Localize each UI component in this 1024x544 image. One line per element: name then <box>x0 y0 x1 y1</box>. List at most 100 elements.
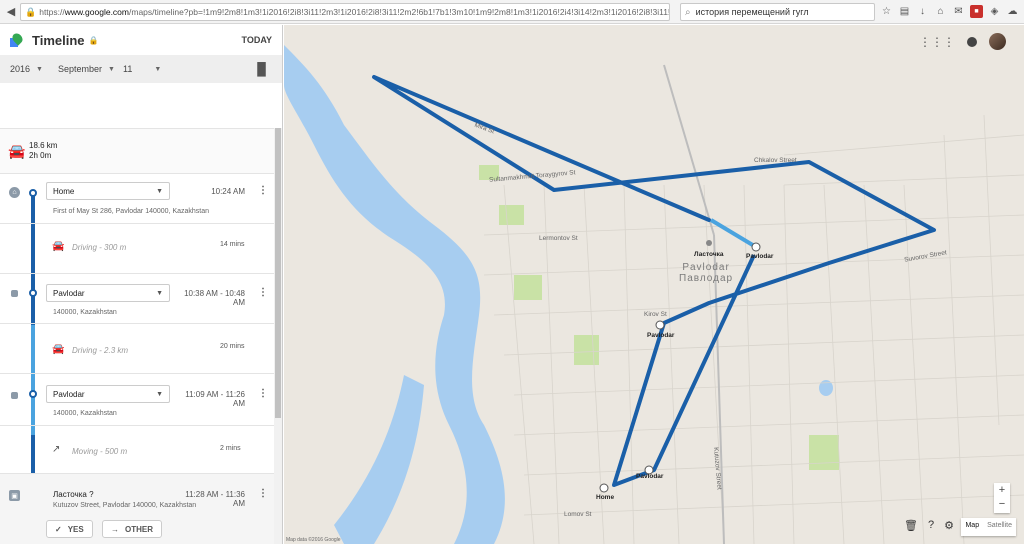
more-options-icon[interactable]: ⋮ <box>258 185 268 196</box>
place-icon <box>11 290 18 297</box>
place-name: Pavlodar <box>53 389 85 399</box>
back-icon[interactable]: ◀ <box>4 5 18 19</box>
map-type-toggle: Map Satellite <box>961 518 1016 536</box>
place-select[interactable]: Pavlodar ▼ <box>46 284 170 302</box>
check-icon: ✓ <box>55 524 62 534</box>
shield-icon[interactable]: ◈ <box>988 5 1001 18</box>
day-summary: 🚘 18.6 km 2h 0m <box>0 128 282 173</box>
map-attribution: Map data ©2016 Google <box>286 537 341 543</box>
maps-logo-icon <box>10 31 25 47</box>
avatar[interactable] <box>989 33 1006 50</box>
today-button[interactable]: TODAY <box>241 35 272 45</box>
place-name: Home <box>53 186 75 196</box>
bar-chart-icon[interactable]: ▐▌ <box>253 62 270 76</box>
street-label: Lomov St <box>564 511 592 518</box>
visit-time: 10:38 AM - 10:48 AM <box>184 289 245 307</box>
activity-entry: 🚘 Driving - 300 m 14 mins <box>0 223 275 273</box>
map-type-satellite[interactable]: Satellite <box>983 518 1016 536</box>
private-lock-icon: 🔒 <box>88 35 99 45</box>
browser-toolbar: ◀ 🔒 https://www.google.com/maps/timeline… <box>0 0 1024 24</box>
visit-time: 10:24 AM <box>211 187 245 196</box>
place-entry: Pavlodar ▼ 11:09 AM - 11:26 AM ⋮ 140000, … <box>0 373 275 425</box>
activity-entry: 🚘 Driving - 2.3 km 20 mins <box>0 323 275 373</box>
search-text: история перемещений гугл <box>695 7 809 17</box>
map-canvas <box>284 45 1024 544</box>
day-value: 11 <box>123 64 133 74</box>
more-options-icon[interactable]: ⋮ <box>258 287 268 298</box>
trash-icon[interactable]: 🗑 <box>904 519 918 532</box>
scrollbar[interactable] <box>274 128 282 544</box>
map-type-map[interactable]: Map <box>961 518 983 536</box>
summary-distance: 18.6 km <box>29 141 58 150</box>
home-icon[interactable]: ⌂ <box>934 5 947 18</box>
year-select[interactable]: 2016 ▼ <box>10 64 58 74</box>
help-icon[interactable]: ? <box>928 519 934 532</box>
park <box>514 275 542 300</box>
clipboard-icon[interactable]: ▤ <box>898 5 911 18</box>
scrollbar-thumb[interactable] <box>275 128 281 418</box>
river-channel <box>334 375 424 544</box>
marker-label: Pavlodar <box>647 332 675 339</box>
street-label: Lermontov St <box>539 235 578 242</box>
address-bar[interactable]: 🔒 https://www.google.com/maps/timeline?p… <box>20 3 670 21</box>
url-host: www.google.com <box>64 7 129 17</box>
place-entry: Pavlodar ▼ 10:38 AM - 10:48 AM ⋮ 140000, … <box>0 273 275 323</box>
map-view[interactable]: Pavlodar Павлодар Ласточка Pavlodar Pavlo… <box>284 25 1024 544</box>
chevron-down-icon: ▼ <box>156 187 163 195</box>
star-icon[interactable]: ☆ <box>880 5 893 18</box>
zoom-out-button[interactable]: − <box>994 497 1010 511</box>
place-icon <box>11 392 18 399</box>
timeline-panel: Timeline 🔒 TODAY 2016 ▼ September ▼ 11 ▼ ▐▌… <box>0 25 283 544</box>
car-icon: 🚘 <box>8 142 26 159</box>
place-suggestion: ▣ Ласточка ? 11:28 AM - 11:36 AM ⋮ Kutuz… <box>0 473 275 544</box>
timeline-dot <box>29 289 37 297</box>
trending-icon: ↗ <box>52 444 61 455</box>
street-grid <box>483 114 1024 544</box>
activity-label: Moving - 500 m <box>72 447 128 456</box>
date-selector: 2016 ▼ September ▼ 11 ▼ ▐▌ <box>0 55 282 83</box>
activity-label: Driving - 300 m <box>72 243 127 252</box>
cloud-icon[interactable]: ☁ <box>1006 5 1019 18</box>
activity-duration: 14 mins <box>220 241 245 248</box>
day-select[interactable]: 11 ▼ <box>123 64 163 74</box>
search-icon: ⌕ <box>685 6 691 18</box>
activity-entry: ↗ Moving - 500 m 2 mins <box>0 425 275 473</box>
place-name: Pavlodar <box>53 288 85 298</box>
other-button[interactable]: → OTHER <box>102 520 162 538</box>
chevron-down-icon: ▼ <box>156 390 163 398</box>
download-icon[interactable]: ↓ <box>916 5 929 18</box>
park <box>809 435 839 470</box>
arrow-right-icon: → <box>111 524 119 534</box>
marker-label: Pavlodar <box>746 253 774 260</box>
apps-grid-icon[interactable]: ⋮⋮⋮ <box>919 35 955 49</box>
visit-time: 11:09 AM - 11:26 AM <box>185 390 245 408</box>
place-select[interactable]: Pavlodar ▼ <box>46 385 170 403</box>
lock-icon: 🔒 <box>25 6 37 17</box>
chat-icon[interactable]: ✉ <box>952 5 965 18</box>
zoom-control: + − <box>994 483 1010 513</box>
addon-icon[interactable]: ■ <box>970 5 983 18</box>
timeline-dot <box>29 390 37 398</box>
more-options-icon[interactable]: ⋮ <box>258 488 268 499</box>
year-value: 2016 <box>10 64 31 74</box>
more-options-icon[interactable]: ⋮ <box>258 388 268 399</box>
place-select[interactable]: Home ▼ <box>46 182 170 200</box>
home-icon: ⌂ <box>9 187 20 198</box>
gear-icon[interactable]: ⚙ <box>944 519 954 532</box>
place-address: Kutuzov Street, Pavlodar 140000, Kazakhs… <box>53 502 197 509</box>
zoom-in-button[interactable]: + <box>994 483 1010 497</box>
month-select[interactable]: September ▼ <box>58 64 123 74</box>
marker-label: Ласточка <box>694 251 724 258</box>
marker-label: Pavlodar <box>636 473 664 480</box>
street-label: Kirov St <box>644 311 667 318</box>
suggestion-title: Ласточка ? <box>53 490 94 499</box>
marker-pavlodar <box>751 242 761 252</box>
notifications-icon[interactable] <box>967 36 977 47</box>
park <box>499 205 524 225</box>
url-path: /maps/timeline?pb=!1m9!2m8!1m3!1i2016!2i… <box>129 7 670 17</box>
marker-label: Home <box>596 494 615 501</box>
place-icon: ▣ <box>9 490 20 501</box>
search-input[interactable]: ⌕ история перемещений гугл <box>680 3 875 21</box>
city-label: Pavlodar Павлодар <box>679 262 734 284</box>
yes-button[interactable]: ✓ YES <box>46 520 93 538</box>
